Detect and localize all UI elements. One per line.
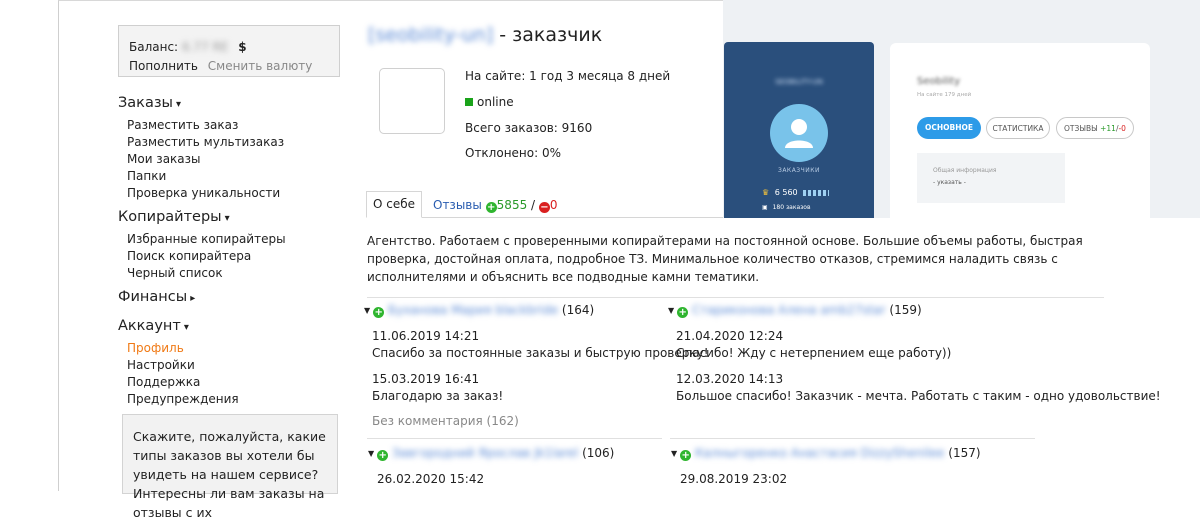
review-author-header[interactable]: ▼ + Стариконова Алена amb27star (159) xyxy=(668,303,922,318)
chevron-down-icon: ▾ xyxy=(183,322,189,333)
no-comment-link[interactable]: Без комментария (162) xyxy=(372,414,519,428)
sidebar-section-copywriters[interactable]: Копирайтеры ▾ xyxy=(118,209,230,225)
info-value: - указать - xyxy=(933,179,966,186)
profile-details-preview: Seobility На сайте 179 дней ОСНОВНОЕ СТА… xyxy=(890,43,1150,218)
review-author[interactable]: Буханова Мария blackbride xyxy=(388,303,558,317)
topup-link[interactable]: Пополнить xyxy=(129,59,198,73)
chevron-down-icon: ▾ xyxy=(175,99,182,110)
triangle-down-icon: ▼ xyxy=(364,306,371,315)
profile-card-preview: SEOBILITY-UN ЗАКАЗЧИКИ ♛ 6 560 ▣ 180 зак… xyxy=(724,42,874,218)
sidebar-item-support[interactable]: Поддержка xyxy=(127,374,200,391)
balance-box: Баланс: 6.77 RE $ Пополнить Сменить валю… xyxy=(118,25,340,77)
plus-circle-icon: + xyxy=(680,450,692,461)
card-rating: ♛ 6 560 xyxy=(762,188,830,197)
crown-icon: ♛ xyxy=(762,188,770,197)
triangle-down-icon: ▼ xyxy=(668,306,675,315)
about-text: Агентство. Работаем с проверенными копир… xyxy=(367,234,1083,284)
user-silhouette-icon xyxy=(785,119,813,148)
minus-circle-icon: − xyxy=(538,202,550,213)
change-currency-link[interactable]: Сменить валюту xyxy=(208,59,313,73)
divider xyxy=(367,438,662,439)
sidebar-item-favorites[interactable]: Избранные копирайтеры xyxy=(127,231,286,248)
review-author-header[interactable]: ▼ + Завгородний Ярослав Jk1larel (106) xyxy=(368,446,614,461)
review-author[interactable]: Стариконова Алена amb27star xyxy=(692,303,886,317)
review-text: Спасибо! Жду с нетерпением еще работу)) xyxy=(676,346,952,360)
review-date: 11.06.2019 14:21 xyxy=(372,329,480,343)
sidebar-item-warnings[interactable]: Предупреждения xyxy=(127,391,239,408)
review-date: 12.03.2020 14:13 xyxy=(676,372,784,386)
rejected-rate: Отклонено: 0% xyxy=(465,146,562,160)
review-date: 29.08.2019 23:02 xyxy=(680,472,788,486)
tab-main[interactable]: ОСНОВНОЕ xyxy=(917,117,981,139)
tab-statistics[interactable]: СТАТИСТИКА xyxy=(986,117,1050,139)
sidebar-item-multi-order[interactable]: Разместить мультизаказ xyxy=(127,134,284,151)
review-text: Большое спасибо! Заказчик - мечта. Работ… xyxy=(676,389,1161,403)
sidebar-item-place-order[interactable]: Разместить заказ xyxy=(127,117,238,134)
sidebar-item-profile[interactable]: Профиль xyxy=(127,340,184,357)
tab-reviews-preview[interactable]: ОТЗЫВЫ +11/-0 xyxy=(1056,117,1134,139)
sidebar-section-finance[interactable]: Финансы ▸ xyxy=(118,289,195,305)
card-name: SEOBILITY-UN xyxy=(775,78,823,86)
sidebar-item-settings[interactable]: Настройки xyxy=(127,357,195,374)
sidebar-section-account[interactable]: Аккаунт ▾ xyxy=(118,318,189,334)
sidebar-item-folders[interactable]: Папки xyxy=(127,168,166,185)
sidebar-item-my-orders[interactable]: Мои заказы xyxy=(127,151,201,168)
plus-circle-icon: + xyxy=(485,202,497,213)
balance-label: Баланс: xyxy=(129,40,179,54)
tab-about[interactable]: О себе xyxy=(366,191,422,218)
divider xyxy=(670,438,1035,439)
review-text: Благодарю за заказ! xyxy=(372,389,504,403)
total-orders: Всего заказов: 9160 xyxy=(465,121,593,135)
rating-bar xyxy=(803,190,830,196)
plus-circle-icon: + xyxy=(373,307,385,318)
divider xyxy=(367,297,1104,298)
separator: / xyxy=(531,198,536,212)
review-count: (159) xyxy=(889,303,922,317)
card-title: Seobility xyxy=(917,76,961,87)
sidebar-item-search-copywriter[interactable]: Поиск копирайтера xyxy=(127,248,251,265)
avatar xyxy=(379,68,445,134)
balance-value: 6.77 RE xyxy=(181,40,229,54)
review-date: 26.02.2020 15:42 xyxy=(377,472,485,486)
general-info-box: Общая информация - указать - xyxy=(917,153,1065,203)
review-author[interactable]: Калныгоренко Анастасия DizzyShenilee xyxy=(695,446,944,460)
on-site-duration: На сайте: 1 год 3 месяца 8 дней xyxy=(465,69,671,83)
review-count: (157) xyxy=(948,446,981,460)
tab-reviews[interactable]: Отзывы +5855 / −0 xyxy=(433,198,558,213)
review-count: (106) xyxy=(582,446,615,460)
sidebar-section-orders[interactable]: Заказы ▾ xyxy=(118,95,181,111)
review-date: 21.04.2020 12:24 xyxy=(676,329,784,343)
review-author-header[interactable]: ▼ + Калныгоренко Анастасия DizzyShenilee … xyxy=(671,446,981,461)
online-status: online xyxy=(465,95,514,109)
positive-count: 5855 xyxy=(496,198,528,212)
page-title: [seobility-un] - заказчик xyxy=(368,24,602,46)
card-orders: ▣ 180 заказов xyxy=(762,204,811,211)
review-count: (164) xyxy=(561,303,595,317)
card-subtitle: На сайте 179 дней xyxy=(917,92,972,98)
sidebar-item-blacklist[interactable]: Черный список xyxy=(127,265,223,282)
chevron-right-icon: ▸ xyxy=(190,293,196,304)
negative-count: 0 xyxy=(549,198,558,212)
survey-notice: Скажите, пожалуйста, какие типы заказов … xyxy=(122,414,338,520)
review-date: 15.03.2019 16:41 xyxy=(372,372,480,386)
profile-name: [seobility-un] xyxy=(368,24,494,46)
review-author-header[interactable]: ▼ + Буханова Мария blackbride (164) xyxy=(364,303,594,318)
sidebar-item-uniqueness[interactable]: Проверка уникальности xyxy=(127,185,280,202)
card-role: ЗАКАЗЧИКИ xyxy=(777,167,820,174)
role-suffix: - заказчик xyxy=(493,24,603,46)
review-author[interactable]: Завгородний Ярослав Jk1larel xyxy=(392,446,578,460)
briefcase-icon: ▣ xyxy=(762,204,768,211)
triangle-down-icon: ▼ xyxy=(671,449,678,458)
chevron-down-icon: ▾ xyxy=(224,213,230,224)
plus-circle-icon: + xyxy=(677,307,689,318)
avatar-icon xyxy=(770,104,828,162)
triangle-down-icon: ▼ xyxy=(368,449,375,458)
review-text: Спасибо за постоянные заказы и быструю п… xyxy=(372,346,709,360)
online-indicator-icon xyxy=(465,98,473,106)
info-title: Общая информация xyxy=(933,167,997,174)
plus-circle-icon: + xyxy=(377,450,389,461)
currency-icon[interactable]: $ xyxy=(238,40,246,54)
